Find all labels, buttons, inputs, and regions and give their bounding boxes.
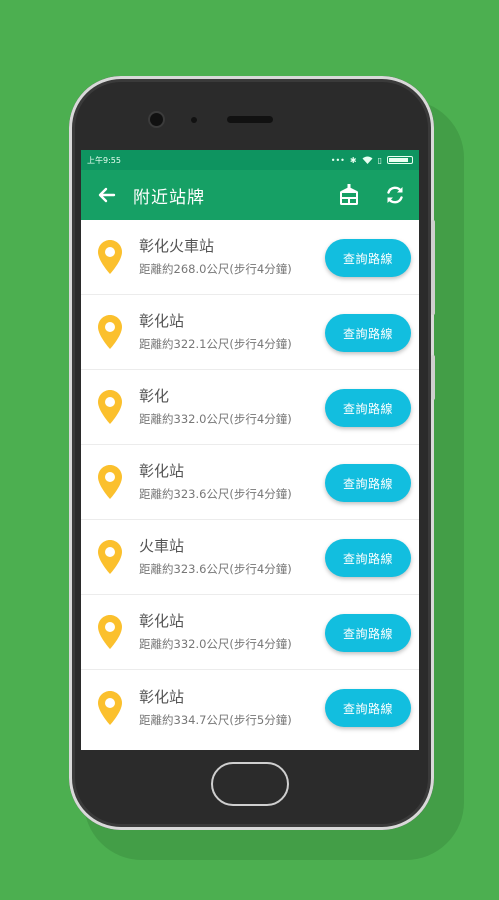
app-bar: 附近站牌 <box>81 170 419 220</box>
query-route-button[interactable]: 查詢路線 <box>325 614 411 652</box>
front-camera <box>150 113 163 126</box>
list-item[interactable]: 彰化 距離約332.0公尺(步行4分鐘) 查詢路線 <box>81 370 419 445</box>
status-icons: ••• ✱ ▯ <box>331 156 413 165</box>
query-route-button[interactable]: 查詢路線 <box>325 389 411 427</box>
home-button[interactable] <box>211 762 289 806</box>
volume-button <box>431 355 435 400</box>
back-button[interactable] <box>81 170 133 220</box>
page-title: 附近站牌 <box>133 187 205 208</box>
wifi-icon <box>362 156 373 164</box>
appbar-actions <box>331 170 413 220</box>
list-item[interactable]: 彰化站 距離約332.0公尺(步行4分鐘) 查詢路線 <box>81 595 419 670</box>
map-pin-icon <box>98 240 122 274</box>
app-screen: 上午9:55 ••• ✱ ▯ 附近站牌 彰化火車站 距離約268.0公尺(步行4… <box>81 150 419 750</box>
list-item[interactable]: 彰化站 距離約334.7公尺(步行5分鐘) 查詢路線 <box>81 670 419 745</box>
map-pin-icon <box>98 540 122 574</box>
status-time: 上午9:55 <box>87 155 121 165</box>
query-route-button[interactable]: 查詢路線 <box>325 314 411 352</box>
list-item[interactable]: 彰化站 距離約323.6公尺(步行4分鐘) 查詢路線 <box>81 445 419 520</box>
list-item[interactable]: 火車站 距離約323.6公尺(步行4分鐘) 查詢路線 <box>81 520 419 595</box>
query-route-button[interactable]: 查詢路線 <box>325 539 411 577</box>
map-pin-icon <box>98 390 122 424</box>
query-route-button[interactable]: 查詢路線 <box>325 239 411 277</box>
refresh-icon <box>387 186 403 204</box>
status-bar: 上午9:55 ••• ✱ ▯ <box>81 150 419 170</box>
refresh-button[interactable] <box>377 177 413 213</box>
query-route-button[interactable]: 查詢路線 <box>325 464 411 502</box>
signal-dots-icon: ••• <box>330 155 345 165</box>
arrow-left-icon <box>98 187 116 203</box>
battery-icon <box>387 156 413 164</box>
proximity-sensor <box>191 117 197 123</box>
map-pin-icon <box>98 615 122 649</box>
bus-stop-sign-icon <box>340 184 358 205</box>
map-pin-icon <box>98 315 122 349</box>
map-pin-icon <box>98 465 122 499</box>
map-pin-icon <box>98 690 122 725</box>
list-item[interactable]: 彰化站 距離約322.1公尺(步行4分鐘) 查詢路線 <box>81 295 419 370</box>
list-item[interactable]: 彰化火車站 距離約268.0公尺(步行4分鐘) 查詢路線 <box>81 220 419 295</box>
query-route-button[interactable]: 查詢路線 <box>325 689 411 727</box>
bus-stop-button[interactable] <box>331 177 367 213</box>
power-button <box>431 220 435 315</box>
vibrate-icon: ▯ <box>377 155 382 165</box>
earpiece-speaker <box>227 116 273 123</box>
bluetooth-icon: ✱ <box>349 155 357 165</box>
stop-list: 彰化火車站 距離約268.0公尺(步行4分鐘) 查詢路線 彰化站 距離約322.… <box>81 220 419 745</box>
